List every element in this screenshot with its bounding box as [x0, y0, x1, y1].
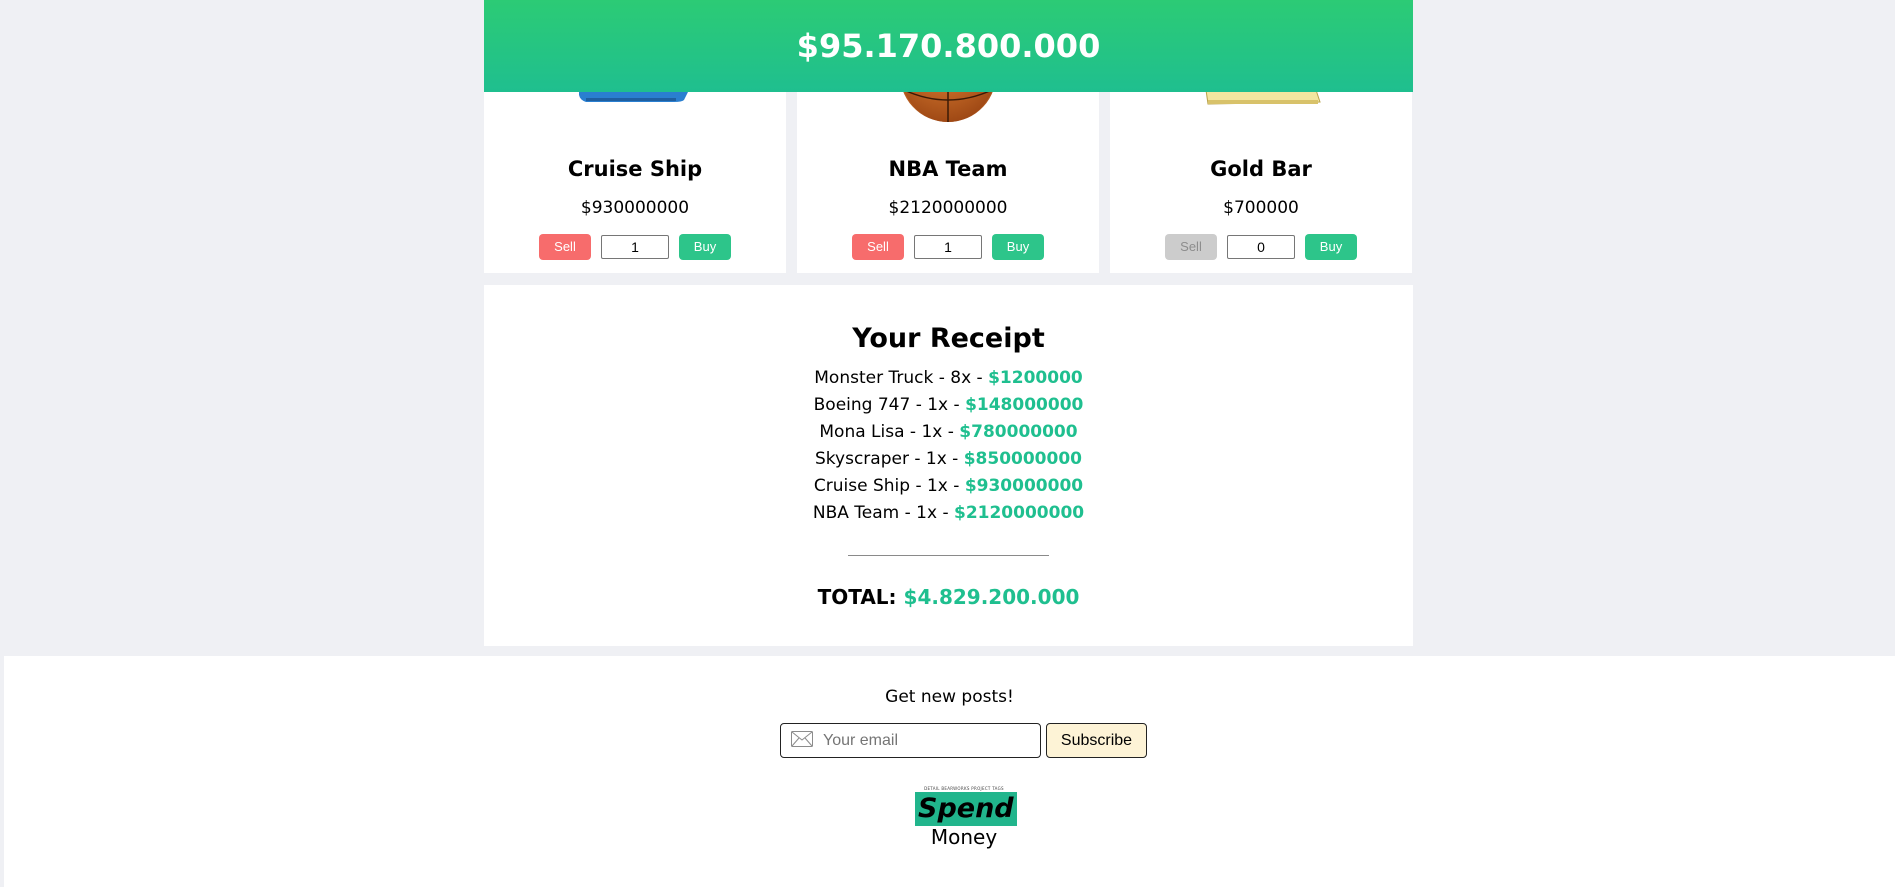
receipt: Your Receipt Monster Truck - 8x - $12000… [484, 285, 1413, 646]
email-input[interactable] [821, 730, 1035, 751]
receipt-total: TOTAL: $4.829.200.000 [484, 585, 1413, 609]
subscribe-button[interactable]: Subscribe [1046, 723, 1147, 758]
receipt-line-amount: $780000000 [959, 422, 1078, 442]
item-controls: Sell Buy [797, 234, 1099, 260]
receipt-line: NBA Team - 1x - $2120000000 [484, 500, 1413, 527]
page: Cruise Ship $930000000 Sell Buy [0, 0, 1895, 887]
receipt-line-amount: $930000000 [964, 476, 1084, 496]
item-name: Cruise Ship [567, 157, 703, 181]
item-name: Gold Bar [1210, 157, 1312, 181]
envelope-icon [791, 730, 813, 751]
balance-bar: $95.170.800.000 [484, 0, 1413, 92]
receipt-line-text: Mona Lisa - 1x - [819, 422, 960, 442]
receipt-line: Boeing 747 - 1x - $148000000 [484, 392, 1413, 419]
receipt-divider [848, 555, 1049, 556]
sell-button[interactable]: Sell [1165, 234, 1217, 260]
receipt-line-amount: $148000000 [965, 395, 1084, 415]
receipt-line-text: Cruise Ship - 1x - [813, 476, 965, 496]
receipt-line-text: Boeing 747 - 1x - [813, 395, 966, 415]
buy-button[interactable]: Buy [1305, 234, 1357, 260]
receipt-line: Mona Lisa - 1x - $780000000 [484, 419, 1413, 446]
receipt-line-text: Monster Truck - 8x - [814, 368, 989, 388]
buy-button[interactable]: Buy [679, 234, 731, 260]
receipt-line-text: NBA Team - 1x - [812, 503, 954, 523]
buy-button[interactable]: Buy [992, 234, 1044, 260]
item-price: $930000000 [580, 198, 690, 218]
quantity-input[interactable] [914, 235, 982, 259]
receipt-line: Cruise Ship - 1x - $930000000 [484, 473, 1413, 500]
newsletter-prompt: Get new posts! [885, 687, 1014, 707]
item-controls: Sell Buy [1110, 234, 1412, 260]
receipt-line: Skyscraper - 1x - $850000000 [484, 446, 1413, 473]
subscribe-form: Subscribe [780, 723, 1147, 758]
logo-money: Money [930, 825, 998, 849]
quantity-input[interactable] [1227, 235, 1295, 259]
quantity-input[interactable] [601, 235, 669, 259]
receipt-title: Your Receipt [852, 323, 1045, 354]
receipt-line-amount: $850000000 [963, 449, 1082, 469]
receipt-list: Monster Truck - 8x - $1200000 Boeing 747… [484, 365, 1413, 527]
footer: Get new posts! Subscribe DETAIL BEARWORK… [4, 656, 1895, 887]
total-amount: $4.829.200.000 [903, 585, 1080, 609]
receipt-line: Monster Truck - 8x - $1200000 [484, 365, 1413, 392]
receipt-line-amount: $1200000 [988, 368, 1083, 388]
item-controls: Sell Buy [484, 234, 786, 260]
spend-money-logo[interactable]: DETAIL BEARWORKS PROJECT TAGS Spend Mone… [915, 786, 1017, 852]
total-label: TOTAL: [817, 585, 897, 609]
receipt-line-text: Skyscraper - 1x - [815, 449, 964, 469]
logo-spend: Spend [915, 792, 1017, 826]
item-price: $700000 [1223, 198, 1299, 218]
balance-amount: $95.170.800.000 [796, 27, 1101, 65]
sell-button[interactable]: Sell [852, 234, 904, 260]
email-field [780, 723, 1041, 758]
receipt-line-amount: $2120000000 [953, 503, 1085, 523]
sell-button[interactable]: Sell [539, 234, 591, 260]
item-name: NBA Team [888, 157, 1008, 181]
item-price: $2120000000 [888, 198, 1008, 218]
